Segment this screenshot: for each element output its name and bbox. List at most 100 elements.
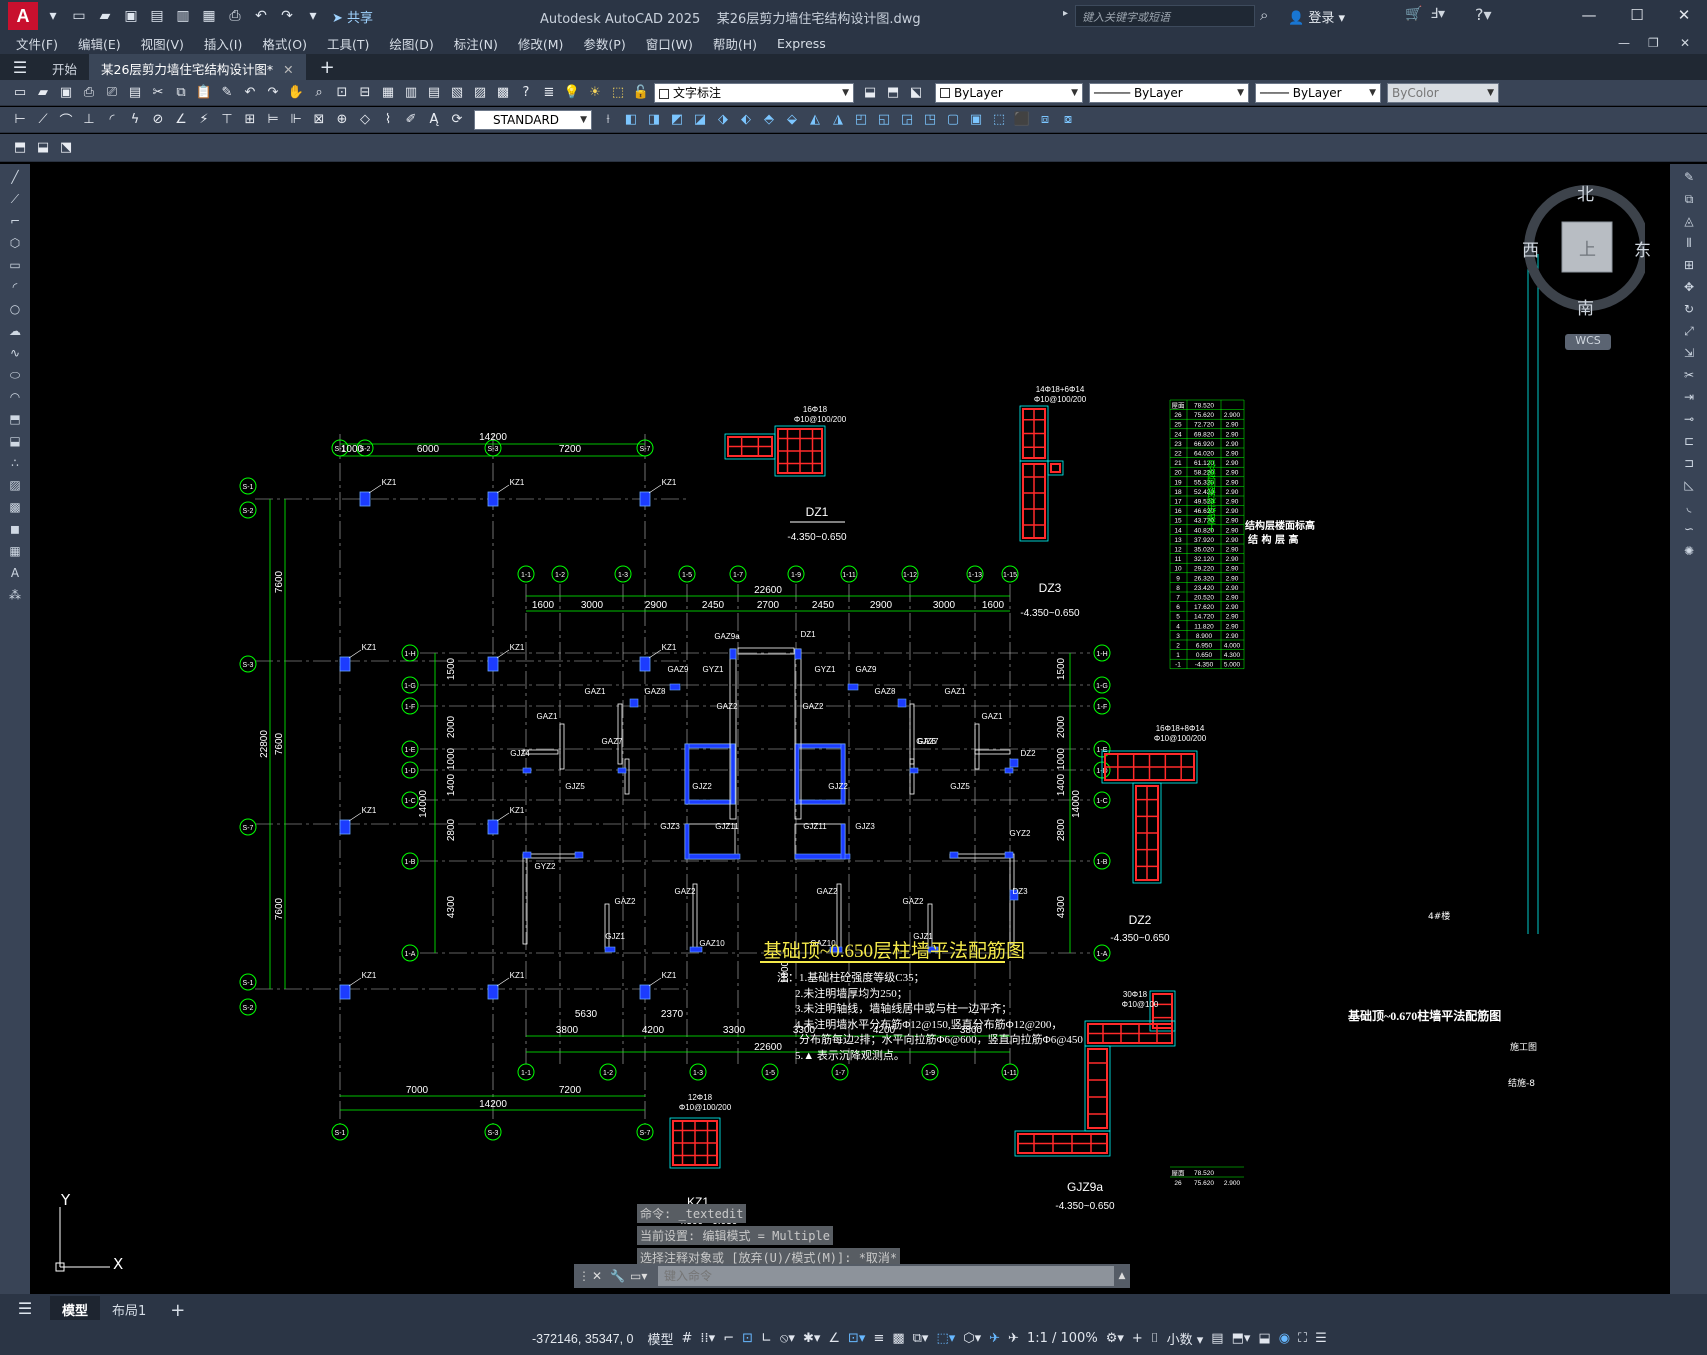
- point-icon[interactable]: ∴: [6, 456, 24, 474]
- annotation-monitor-icon[interactable]: +: [1132, 1331, 1143, 1346]
- dim-text-edit-icon[interactable]: Ą: [424, 110, 444, 130]
- command-grip-icon[interactable]: ⋮: [578, 1269, 592, 1283]
- lineweight-dropdown[interactable]: ──── ByLayer ▼: [1255, 82, 1381, 103]
- erase-icon[interactable]: ✎: [1680, 170, 1698, 188]
- break-icon[interactable]: ⊏: [1680, 434, 1698, 452]
- menu-format[interactable]: 格式(O): [262, 34, 307, 53]
- separate-icon[interactable]: ◳: [920, 110, 940, 130]
- trim-icon[interactable]: ✂: [1680, 368, 1698, 386]
- layer-freeze-icon[interactable]: ☀: [585, 83, 605, 103]
- chamfer-icon[interactable]: ◺: [1680, 478, 1698, 496]
- color-edges-icon[interactable]: ⧇: [1058, 110, 1078, 130]
- coordinate-readout[interactable]: -372146, 35347, 0: [532, 1332, 633, 1346]
- grid-icon[interactable]: #: [682, 1331, 693, 1346]
- command-customize-icon[interactable]: 🔧: [610, 1269, 630, 1283]
- union-icon[interactable]: ◧: [621, 110, 641, 130]
- rotate-faces-icon[interactable]: ⬙: [782, 110, 802, 130]
- auto-scale-icon[interactable]: ✈: [1008, 1331, 1019, 1346]
- hatch-icon[interactable]: ▨: [6, 478, 24, 496]
- linear-dim-icon[interactable]: ⊢: [10, 110, 30, 130]
- gradient-icon[interactable]: ▩: [6, 500, 24, 518]
- workspace-gear-icon[interactable]: ⚙▾: [1106, 1331, 1124, 1346]
- tab-layout1[interactable]: 布局1: [100, 1296, 158, 1320]
- color-faces-icon[interactable]: ◰: [851, 110, 871, 130]
- menu-edit[interactable]: 编辑(E): [78, 34, 121, 53]
- viewcube-top-face[interactable]: 上: [1579, 235, 1596, 260]
- layer-viewport-icon[interactable]: ⬚: [608, 83, 628, 103]
- properties-icon[interactable]: ▦: [378, 83, 398, 103]
- jogged-dim-icon[interactable]: ϟ: [125, 110, 145, 130]
- layer-previous-icon[interactable]: ⬒: [883, 83, 903, 103]
- arc-length-icon[interactable]: ⌒: [56, 110, 76, 130]
- menu-help[interactable]: 帮助(H): [713, 34, 757, 53]
- quick-properties-icon[interactable]: ▤: [1211, 1331, 1223, 1346]
- login-button[interactable]: 👤 登录 ▾: [1288, 7, 1345, 26]
- block-editor-icon[interactable]: ⬒: [10, 138, 30, 158]
- cart-icon[interactable]: 🛒: [1405, 6, 1422, 22]
- zoom-realtime-icon[interactable]: ⌕: [309, 83, 329, 103]
- clean-icon[interactable]: ◲: [897, 110, 917, 130]
- command-input[interactable]: [658, 1266, 1114, 1286]
- stretch-icon[interactable]: ⇲: [1680, 346, 1698, 364]
- menu-modify[interactable]: 修改(M): [518, 34, 564, 53]
- drawing-canvas[interactable]: S-1 S-2 S-3 S-7 S-1 S-3 S-7 1-1 1-2 1-3 1-5 1-7 1-9 1…: [30, 164, 1670, 1294]
- new-tab-icon[interactable]: +: [320, 57, 335, 78]
- check-icon[interactable]: ▣: [966, 110, 986, 130]
- array-icon[interactable]: ⊞: [1680, 258, 1698, 276]
- dim-break-icon[interactable]: ⊩: [286, 110, 306, 130]
- layer-states-icon[interactable]: ⬕: [906, 83, 926, 103]
- extract-edges-icon[interactable]: ⬚: [989, 110, 1009, 130]
- add-layout-icon[interactable]: +: [158, 1296, 197, 1321]
- angular-dim-icon[interactable]: ∠: [171, 110, 191, 130]
- object-snap-tracking-icon[interactable]: ∠: [828, 1331, 840, 1346]
- hardware-acceleration-icon[interactable]: ◉: [1279, 1331, 1290, 1346]
- tab-document[interactable]: 某26层剪力墙住宅结构设计图* ✕: [89, 54, 306, 80]
- menu-draw[interactable]: 绘图(D): [389, 34, 433, 53]
- open-icon[interactable]: ▰: [33, 83, 53, 103]
- tolerance-icon[interactable]: ⊠: [309, 110, 329, 130]
- tab-start[interactable]: 开始: [40, 54, 89, 80]
- hamburger-menu-icon[interactable]: ☰: [0, 58, 40, 77]
- menu-insert[interactable]: 插入(I): [204, 34, 242, 53]
- line-icon[interactable]: ╱: [6, 170, 24, 188]
- ellipse-icon[interactable]: ⬭: [6, 368, 24, 386]
- viewcube-north[interactable]: 北: [1577, 180, 1594, 205]
- command-close-icon[interactable]: ✕: [592, 1269, 610, 1283]
- move-faces-icon[interactable]: ⬗: [713, 110, 733, 130]
- viewcube-east[interactable]: 东: [1634, 236, 1651, 261]
- rotate-icon[interactable]: ↻: [1680, 302, 1698, 320]
- extend-icon[interactable]: ⇥: [1680, 390, 1698, 408]
- search-icon[interactable]: ⌕: [1260, 6, 1268, 24]
- explode-icon[interactable]: ✺: [1680, 544, 1698, 562]
- viewcube[interactable]: 北 南 东 西 上: [1495, 180, 1651, 320]
- units-icon[interactable]: ⌷: [1151, 1331, 1159, 1346]
- intersect-icon[interactable]: ◩: [667, 110, 687, 130]
- ellipse-arc-icon[interactable]: ◠: [6, 390, 24, 408]
- search-expand-icon[interactable]: ▸: [1063, 8, 1068, 19]
- undo-icon[interactable]: ↶: [250, 5, 272, 27]
- clean-screen-icon[interactable]: ⛶: [1298, 1331, 1307, 1346]
- close-icon[interactable]: ✕: [1670, 6, 1698, 26]
- command-expand-icon[interactable]: ▲: [1114, 1271, 1130, 1281]
- dim-style-dropdown[interactable]: STANDARD ▼: [474, 109, 592, 130]
- markup-icon[interactable]: ▨: [470, 83, 490, 103]
- selection-cycling-icon[interactable]: ⧉▾: [913, 1331, 929, 1346]
- dim-edit-icon[interactable]: ✐: [401, 110, 421, 130]
- doc-minimize-icon[interactable]: —: [1618, 36, 1630, 50]
- customize-quick-access-icon[interactable]: ▾: [302, 5, 324, 27]
- scale-icon[interactable]: ⤢: [1680, 324, 1698, 342]
- menu-window[interactable]: 窗口(W): [646, 34, 693, 53]
- multiline-text-icon[interactable]: A: [6, 566, 24, 584]
- minimize-icon[interactable]: —: [1575, 6, 1603, 26]
- autodesk-app-icon[interactable]: Ⅎ▾: [1430, 6, 1445, 22]
- copy-faces-icon[interactable]: ◮: [828, 110, 848, 130]
- layer-lock-icon[interactable]: 🔓: [631, 83, 651, 103]
- make-block-icon[interactable]: ⬓: [6, 434, 24, 452]
- rectangle-icon[interactable]: ▭: [6, 258, 24, 276]
- annotation-visibility-icon[interactable]: ✈: [989, 1331, 1000, 1346]
- search-input[interactable]: 键入关键字或短语: [1075, 5, 1255, 27]
- menu-view[interactable]: 视图(V): [141, 34, 184, 53]
- viewcube-west[interactable]: 西: [1522, 236, 1539, 261]
- subtract-icon[interactable]: ◨: [644, 110, 664, 130]
- doc-close-icon[interactable]: ✕: [1680, 36, 1690, 50]
